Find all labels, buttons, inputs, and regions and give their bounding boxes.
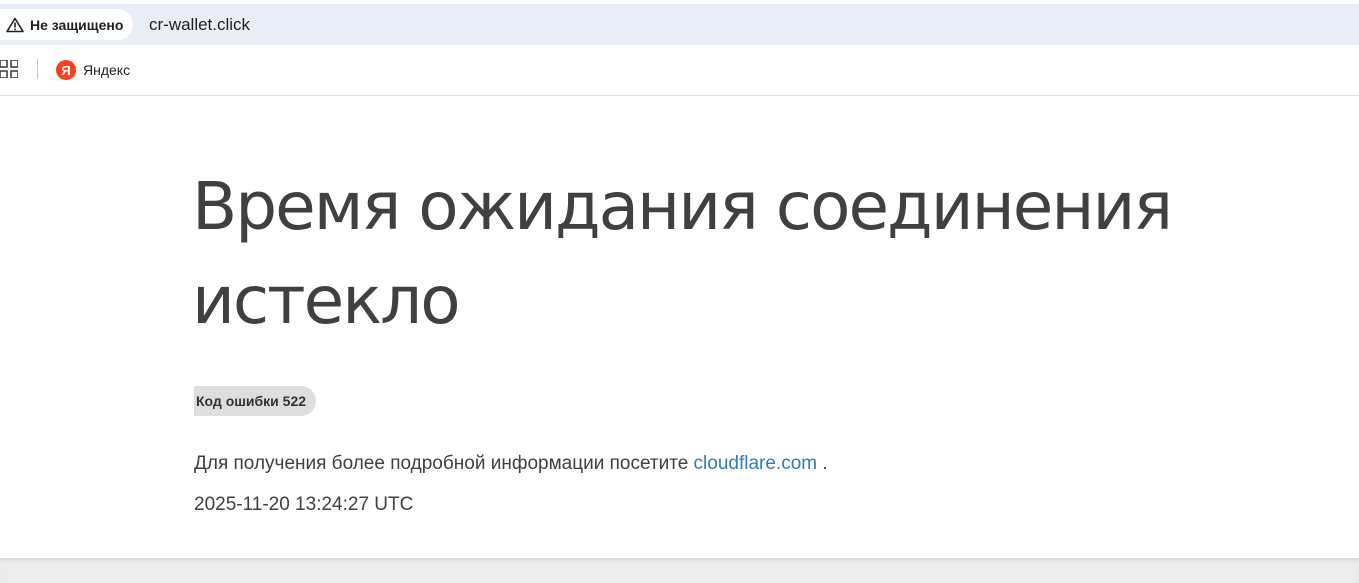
url-text[interactable]: cr-wallet.click — [149, 15, 250, 35]
bookmark-yandex[interactable]: Я Яндекс — [56, 58, 130, 82]
bookmarks-divider — [37, 59, 38, 79]
apps-grid-icon[interactable] — [0, 60, 18, 78]
address-bar[interactable]: Не защищено cr-wallet.click — [0, 4, 1359, 45]
page-title: Время ожидания соединения истекло — [192, 168, 1173, 339]
footer-band — [0, 558, 1359, 583]
info-suffix: . — [822, 453, 828, 474]
cloudflare-link[interactable]: cloudflare.com — [694, 453, 818, 474]
bookmarks-bar: Я Яндекс — [0, 50, 1359, 90]
info-prefix: Для получения более подробной информации… — [194, 453, 689, 474]
warning-icon — [6, 17, 24, 32]
info-text: Для получения более подробной информации… — [194, 453, 828, 475]
security-label: Не защищено — [30, 16, 124, 33]
error-code-badge: Код ошибки 522 — [194, 386, 317, 416]
bookmark-label: Яндекс — [83, 62, 131, 78]
yandex-logo-icon: Я — [56, 60, 76, 80]
security-chip[interactable]: Не защищено — [0, 9, 134, 40]
timestamp: 2025-11-20 13:24:27 UTC — [194, 494, 414, 515]
